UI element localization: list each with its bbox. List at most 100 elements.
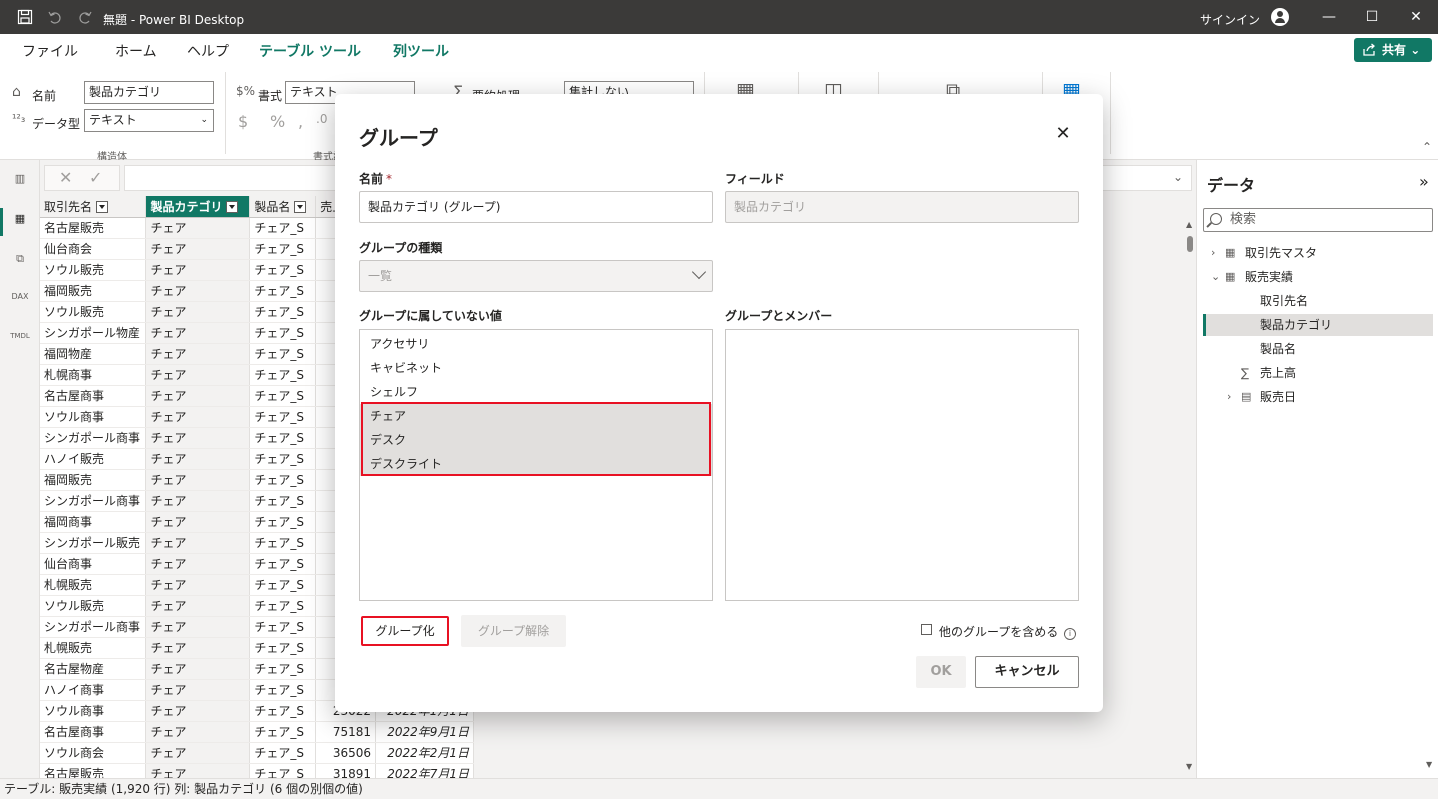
table-cell[interactable]: チェア_S [249,448,317,470]
table-cell[interactable]: チェア_S [249,427,317,449]
table-cell[interactable]: チェア_S [249,469,317,491]
table-cell[interactable]: チェア_S [249,679,317,701]
table-cell[interactable]: チェア [145,511,251,533]
table-cell[interactable]: チェア_S [249,364,317,386]
table-view-icon[interactable]: ▦ [0,208,30,236]
table-cell[interactable]: チェア_S [249,721,317,743]
table-cell[interactable]: ハノイ販売 [40,448,147,470]
tab-table-tools[interactable]: テーブル ツール [259,41,361,61]
scroll-up-icon[interactable]: ▲ [1186,220,1192,229]
table-cell[interactable]: 福岡物産 [40,343,147,365]
table-cell[interactable]: チェア [145,364,251,386]
table-cell[interactable]: チェア [145,637,251,659]
grid-scrollbar[interactable]: ▲ ▼ [1184,220,1196,776]
filter-dropdown-icon[interactable] [226,201,239,214]
percent-icon[interactable]: % [270,112,285,131]
table-cell[interactable]: 36506 [315,742,377,764]
tree-field-sales-date[interactable]: › ▤ 販売日 [1203,386,1433,408]
tab-help[interactable]: ヘルプ [187,41,229,61]
table-cell[interactable]: チェア_S [249,616,317,638]
scroll-thumb[interactable] [1187,236,1193,252]
table-cell[interactable]: チェア_S [249,385,317,407]
table-cell[interactable]: ソウル販売 [40,595,147,617]
table-cell[interactable]: チェア [145,322,251,344]
table-cell[interactable]: チェア [145,595,251,617]
decimal-icon[interactable]: .0 [316,112,327,126]
table-cell[interactable]: ソウル販売 [40,301,147,323]
tree-table-sales[interactable]: ⌄ ▦ 販売実績 [1203,266,1433,288]
table-cell[interactable]: チェア [145,742,251,764]
undo-icon[interactable] [47,9,63,25]
minimize-button[interactable]: — [1316,6,1342,28]
table-cell[interactable]: ソウル商事 [40,700,147,722]
share-button[interactable]: 共有 ⌄ [1354,38,1432,62]
table-cell[interactable]: 福岡商事 [40,511,147,533]
cancel-formula-icon[interactable]: ✕ [59,168,72,187]
table-cell[interactable]: シンガポール商事 [40,427,147,449]
signin-link[interactable]: サインイン [1200,11,1260,28]
collapse-pane-icon[interactable]: » [1419,172,1429,191]
table-cell[interactable]: チェア [145,427,251,449]
tree-field-customer-name[interactable]: 取引先名 [1203,290,1433,312]
table-cell[interactable]: 仙台商会 [40,238,147,260]
table-cell[interactable]: 福岡販売 [40,469,147,491]
tab-column-tools[interactable]: 列ツール [393,41,449,69]
column-name-input[interactable]: 製品カテゴリ [84,81,214,104]
table-cell[interactable]: チェア_S [249,238,317,260]
table-cell[interactable]: 2022年9月1日 [375,721,474,743]
table-cell[interactable]: チェア_S [249,658,317,680]
table-cell[interactable]: 2022年2月1日 [375,742,474,764]
tree-table-customers[interactable]: › ▦ 取引先マスタ [1203,242,1433,264]
table-cell[interactable]: 名古屋商事 [40,385,147,407]
group-button[interactable]: グループ化 [361,616,449,646]
scroll-down-icon[interactable]: ▼ [1426,760,1432,769]
table-cell[interactable]: チェア [145,574,251,596]
list-item[interactable]: アクセサリ [360,332,712,356]
table-cell[interactable]: チェア_S [249,301,317,323]
table-cell[interactable]: シンガポール物産 [40,322,147,344]
column-header[interactable]: 製品名 [249,196,317,218]
save-icon[interactable] [17,9,33,25]
table-cell[interactable]: チェア_S [249,574,317,596]
table-cell[interactable]: チェア_S [249,343,317,365]
dax-query-icon[interactable]: DAX [10,292,30,312]
report-view-icon[interactable]: ▥ [10,172,30,192]
table-cell[interactable]: チェア_S [249,406,317,428]
table-cell[interactable]: チェア [145,301,251,323]
include-other-checkbox[interactable] [921,624,932,635]
table-cell[interactable]: 75181 [315,721,377,743]
table-cell[interactable]: 仙台商事 [40,553,147,575]
info-icon[interactable]: i [1064,628,1076,640]
close-window-button[interactable]: ✕ [1403,6,1429,28]
table-cell[interactable]: チェア [145,385,251,407]
table-cell[interactable]: ソウル販売 [40,259,147,281]
ok-button[interactable]: OK [916,656,966,688]
table-cell[interactable]: 名古屋商事 [40,721,147,743]
table-cell[interactable]: 札幌商事 [40,364,147,386]
commit-formula-icon[interactable]: ✓ [89,168,102,187]
table-cell[interactable]: チェア_S [249,280,317,302]
table-cell[interactable]: チェア_S [249,217,317,239]
close-icon[interactable]: ✕ [1053,124,1073,144]
table-cell[interactable]: チェア [145,238,251,260]
table-cell[interactable]: 名古屋販売 [40,217,147,239]
table-cell[interactable]: 2022年7月1日 [375,763,474,778]
table-cell[interactable]: 札幌販売 [40,574,147,596]
table-cell[interactable]: チェア_S [249,637,317,659]
table-cell[interactable]: チェア [145,259,251,281]
table-cell[interactable]: チェア_S [249,532,317,554]
table-cell[interactable]: チェア_S [249,259,317,281]
table-cell[interactable]: チェア_S [249,322,317,344]
table-cell[interactable]: チェア [145,469,251,491]
model-view-icon[interactable]: ⧉ [10,252,30,272]
group-type-select[interactable]: 一覧 [359,260,713,292]
table-cell[interactable]: チェア [145,700,251,722]
table-cell[interactable]: チェア [145,679,251,701]
table-cell[interactable]: チェア [145,763,251,778]
tree-field-sales[interactable]: ∑ 売上高 [1203,362,1433,384]
table-cell[interactable]: 福岡販売 [40,280,147,302]
table-cell[interactable]: 札幌販売 [40,637,147,659]
filter-dropdown-icon[interactable] [294,201,307,214]
filter-dropdown-icon[interactable] [96,201,109,214]
cancel-button[interactable]: キャンセル [975,656,1079,688]
